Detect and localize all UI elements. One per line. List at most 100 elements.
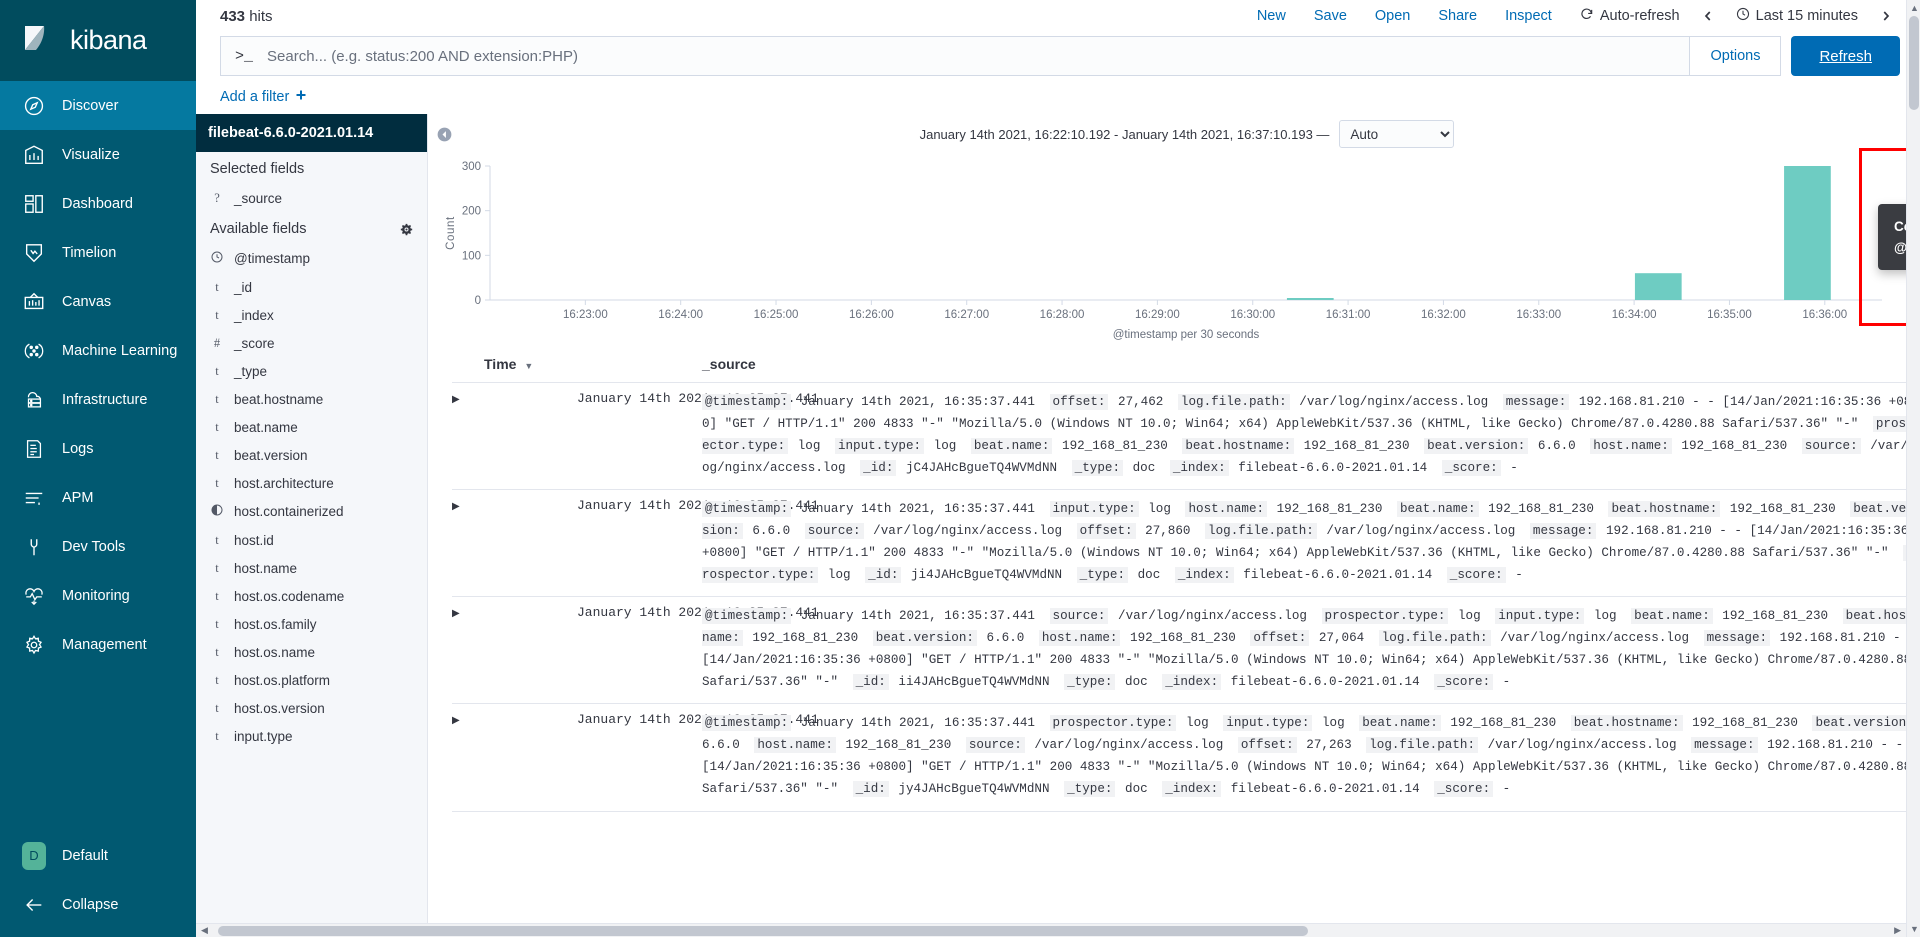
field-row[interactable]: t host.os.version bbox=[196, 694, 427, 722]
field-row[interactable]: t _id bbox=[196, 273, 427, 301]
source-field-value: January 14th 2021, 16:35:37.441 bbox=[793, 395, 1043, 409]
sidebar-item-infrastructure[interactable]: Infrastructure bbox=[0, 375, 196, 424]
time-cell: January 14th 2021, 16:35:37.441 bbox=[577, 382, 819, 491]
sidebar-item-apm[interactable]: APM bbox=[0, 473, 196, 522]
add-filter-button[interactable]: Add a filter bbox=[220, 89, 307, 105]
time-picker-button[interactable]: Last 15 minutes bbox=[1722, 7, 1872, 25]
scroll-right-arrow-icon[interactable]: ▶ bbox=[1889, 925, 1906, 936]
source-field-value: /var/log/nginx/access.log bbox=[1110, 609, 1315, 624]
source-field-key: source: bbox=[1049, 608, 1109, 625]
x-axis-tick-label: 16:28:00 bbox=[1040, 309, 1085, 321]
scroll-left-arrow-icon[interactable]: ◀ bbox=[196, 925, 213, 936]
histogram-chart[interactable]: 0 100 200 300 Count 16:23:00 16:24:00 16:25:00 1… bbox=[428, 148, 1920, 348]
source-cell: @timestamp: January 14th 2021, 16:35:37.… bbox=[702, 382, 1920, 491]
sidebar-items: Discover Visualize Dashboard Timelion Ca… bbox=[0, 81, 196, 669]
field-row[interactable]: t host.id bbox=[196, 526, 427, 554]
source-field-key: _type: bbox=[1064, 674, 1116, 691]
collapse-sidebar-button[interactable]: Collapse bbox=[0, 880, 196, 929]
caret-right-icon[interactable]: ▶ bbox=[452, 498, 577, 512]
kibana-logo[interactable]: kibana bbox=[0, 0, 196, 81]
sidebar-item-management[interactable]: Management bbox=[0, 620, 196, 669]
time-next-button[interactable] bbox=[1872, 9, 1900, 23]
source-field-value: doc bbox=[1117, 675, 1156, 690]
sidebar-item-timelion[interactable]: Timelion bbox=[0, 228, 196, 277]
table-header-row: Time ▼ _source bbox=[452, 348, 1920, 383]
gear-icon[interactable] bbox=[400, 223, 413, 236]
field-row[interactable]: t beat.hostname bbox=[196, 385, 427, 413]
source-field-value: 192_168_81_230 bbox=[837, 738, 959, 753]
sidebar-item-machine-learning[interactable]: Machine Learning bbox=[0, 326, 196, 375]
field-row[interactable]: t host.architecture bbox=[196, 469, 427, 497]
field-row[interactable]: # _score bbox=[196, 329, 427, 357]
open-button[interactable]: Open bbox=[1361, 8, 1424, 24]
sidebar-item-canvas[interactable]: Canvas bbox=[0, 277, 196, 326]
field-row[interactable]: @timestamp bbox=[196, 244, 427, 273]
search-input[interactable] bbox=[265, 46, 1676, 66]
source-field-value: 27,064 bbox=[1311, 631, 1372, 646]
source-field-value: log bbox=[1140, 502, 1179, 517]
field-row-source[interactable]: ? _source bbox=[196, 184, 427, 212]
source-field-value: filebeat-6.6.0-2021.01.14 bbox=[1230, 461, 1435, 476]
field-row[interactable]: host.containerized bbox=[196, 497, 427, 526]
field-row[interactable]: t host.os.family bbox=[196, 610, 427, 638]
scroll-down-arrow-icon[interactable]: ▼ bbox=[1910, 924, 1919, 934]
vertical-scroll-thumb[interactable] bbox=[1909, 16, 1919, 110]
field-row[interactable]: t beat.name bbox=[196, 413, 427, 441]
sidebar-item-label: Canvas bbox=[62, 293, 112, 310]
source-field-value: - bbox=[1495, 675, 1511, 690]
field-row[interactable]: t host.os.platform bbox=[196, 666, 427, 694]
space-selector-default[interactable]: D Default bbox=[0, 831, 196, 880]
histogram-bar[interactable] bbox=[1784, 166, 1831, 300]
inspect-button[interactable]: Inspect bbox=[1491, 8, 1566, 24]
vertical-scrollbar[interactable]: ▲ ▼ bbox=[1906, 0, 1920, 937]
source-field-value: log bbox=[820, 568, 859, 583]
y-axis-tick-label: 300 bbox=[462, 161, 481, 173]
field-type-string-icon: t bbox=[215, 475, 219, 490]
sidebar-item-label: Visualize bbox=[62, 146, 120, 163]
sidebar-item-discover[interactable]: Discover bbox=[0, 81, 196, 130]
refresh-button[interactable]: Refresh bbox=[1791, 36, 1900, 76]
caret-right-icon[interactable]: ▶ bbox=[452, 391, 577, 405]
horizontal-scrollbar[interactable]: ◀ ▶ bbox=[196, 923, 1906, 937]
histogram-bar[interactable] bbox=[1286, 298, 1334, 300]
field-row[interactable]: t host.os.codename bbox=[196, 582, 427, 610]
field-row[interactable]: t input.type bbox=[196, 722, 427, 750]
index-pattern-selector[interactable]: filebeat-6.6.0-2021.01.14 bbox=[196, 114, 427, 152]
caret-right-icon[interactable]: ▶ bbox=[452, 712, 577, 726]
auto-refresh-button[interactable]: Auto-refresh bbox=[1566, 7, 1694, 25]
sidebar-item-logs[interactable]: Logs bbox=[0, 424, 196, 473]
options-button[interactable]: Options bbox=[1690, 36, 1782, 76]
field-row[interactable]: t _type bbox=[196, 357, 427, 385]
sidebar-item-visualize[interactable]: Visualize bbox=[0, 130, 196, 179]
column-header-source[interactable]: _source bbox=[702, 348, 1920, 383]
time-prev-button[interactable] bbox=[1694, 9, 1722, 23]
sidebar-item-monitoring[interactable]: Monitoring bbox=[0, 571, 196, 620]
field-row[interactable]: t host.os.name bbox=[196, 638, 427, 666]
source-field-key: _id: bbox=[852, 781, 889, 798]
column-header-time[interactable]: Time ▼ bbox=[452, 348, 702, 383]
histogram-bar[interactable] bbox=[1634, 273, 1682, 300]
new-button[interactable]: New bbox=[1243, 8, 1300, 24]
chevron-left-circle-icon[interactable] bbox=[428, 127, 454, 142]
field-name: _index bbox=[234, 307, 274, 323]
share-button[interactable]: Share bbox=[1424, 8, 1491, 24]
histogram-svg[interactable]: 0 100 200 300 Count 16:23:00 16:24:00 16:25:00 1… bbox=[428, 148, 1896, 344]
caret-right-icon[interactable]: ▶ bbox=[452, 605, 577, 619]
main-area: 433 hits New Save Open Share Inspect Aut… bbox=[196, 0, 1920, 937]
scroll-up-arrow-icon[interactable]: ▲ bbox=[1910, 3, 1919, 13]
source-field-key: log.file.path: bbox=[1177, 394, 1290, 410]
sidebar-item-dashboard[interactable]: Dashboard bbox=[0, 179, 196, 228]
field-name: host.os.platform bbox=[234, 672, 331, 688]
source-field-value: filebeat-6.6.0-2021.01.14 bbox=[1223, 675, 1428, 690]
field-row[interactable]: t host.name bbox=[196, 554, 427, 582]
field-row[interactable]: t _index bbox=[196, 301, 427, 329]
field-row[interactable]: t beat.version bbox=[196, 441, 427, 469]
save-button[interactable]: Save bbox=[1300, 8, 1361, 24]
sidebar-item-dev-tools[interactable]: Dev Tools bbox=[0, 522, 196, 571]
table-row: ▶ January 14th 2021, 16:35:37.441 @timesta… bbox=[452, 489, 1920, 598]
horizontal-scroll-thumb[interactable] bbox=[218, 926, 1308, 936]
source-field-key: prospector.type: bbox=[1321, 608, 1449, 625]
interval-select[interactable]: Auto bbox=[1339, 120, 1455, 148]
search-box[interactable]: >_ bbox=[220, 36, 1691, 76]
